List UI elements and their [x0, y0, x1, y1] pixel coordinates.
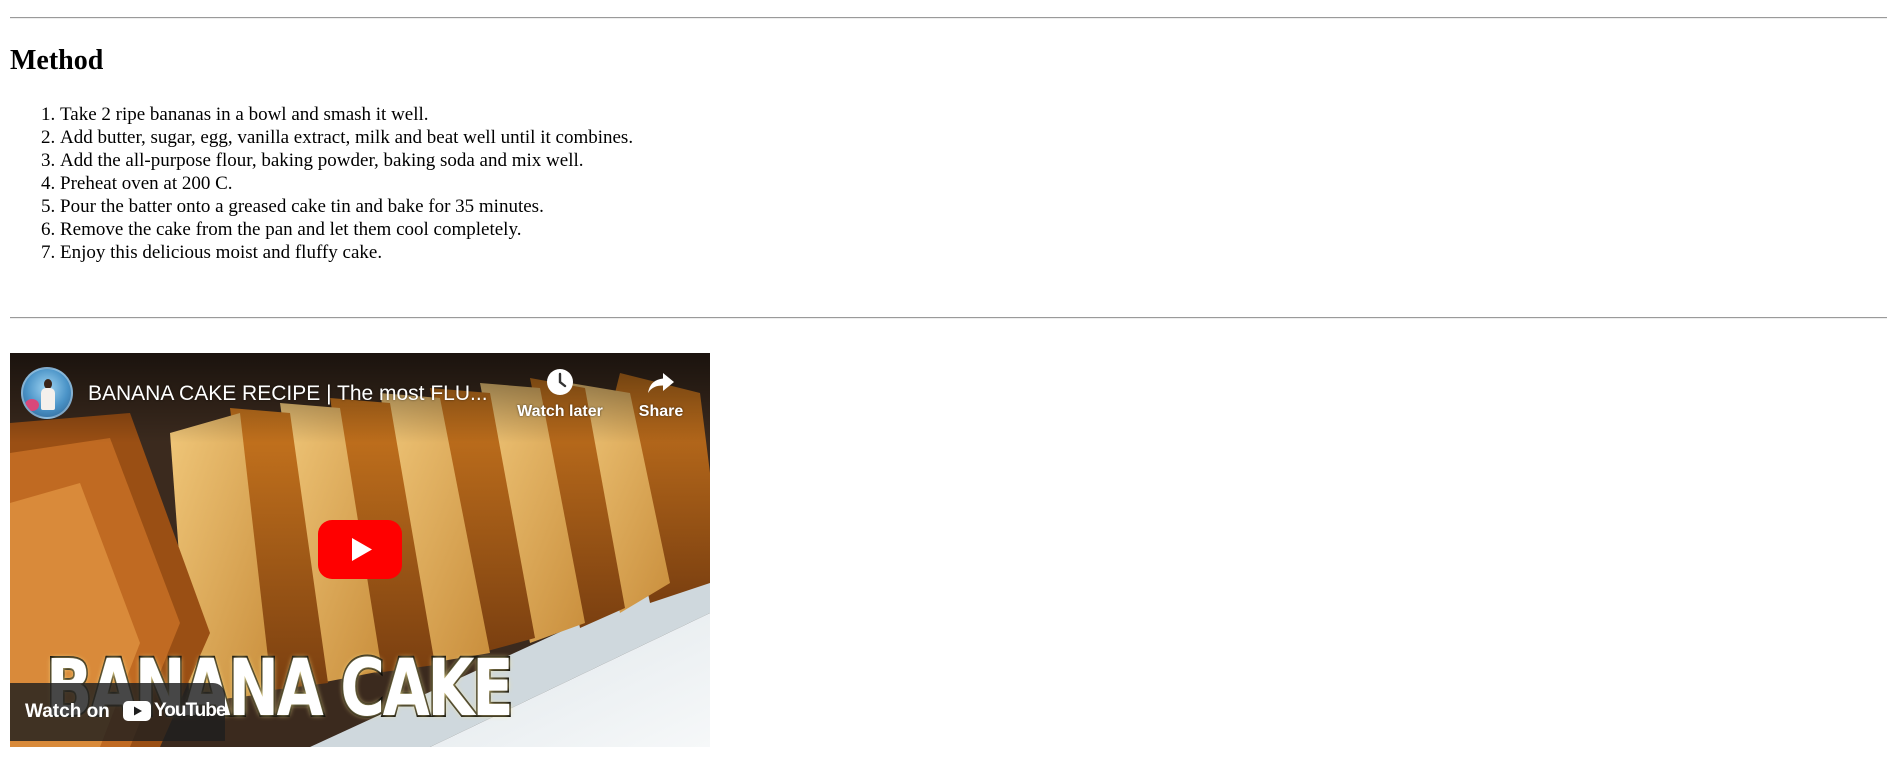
method-step: Add the all-purpose flour, baking powder… [60, 149, 960, 172]
watch-on-youtube-button[interactable]: Watch on YouTube [10, 683, 226, 741]
share-button[interactable]: Share [623, 367, 699, 421]
share-label: Share [638, 403, 684, 420]
play-button[interactable] [318, 520, 402, 579]
youtube-logo-icon [123, 701, 151, 721]
watch-later-label: Watch later [517, 403, 603, 420]
channel-avatar[interactable] [21, 367, 73, 419]
share-arrow-icon [648, 373, 674, 393]
video-title-link[interactable]: BANANA CAKE RECIPE | The most FLU... [88, 381, 498, 407]
method-steps-list: Take 2 ripe bananas in a bowl and smash … [10, 103, 960, 264]
method-step: Pour the batter onto a greased cake tin … [60, 195, 960, 218]
watch-later-button[interactable]: Watch later [507, 367, 613, 421]
watch-on-label: Watch on [25, 701, 110, 722]
method-step: Take 2 ripe bananas in a bowl and smash … [60, 103, 960, 126]
top-divider [10, 17, 1887, 19]
method-step: Remove the cake from the pan and let the… [60, 218, 960, 241]
middle-divider [10, 317, 1887, 319]
youtube-brand-label: YouTube [154, 700, 226, 721]
youtube-embed[interactable]: BANANA CAKE RECIPE | The most FLU... Wat… [10, 353, 710, 747]
method-step: Enjoy this delicious moist and fluffy ca… [60, 241, 960, 264]
clock-icon [547, 369, 573, 395]
method-heading: Method [10, 45, 104, 76]
method-step: Preheat oven at 200 C. [60, 172, 960, 195]
method-step: Add butter, sugar, egg, vanilla extract,… [60, 126, 960, 149]
